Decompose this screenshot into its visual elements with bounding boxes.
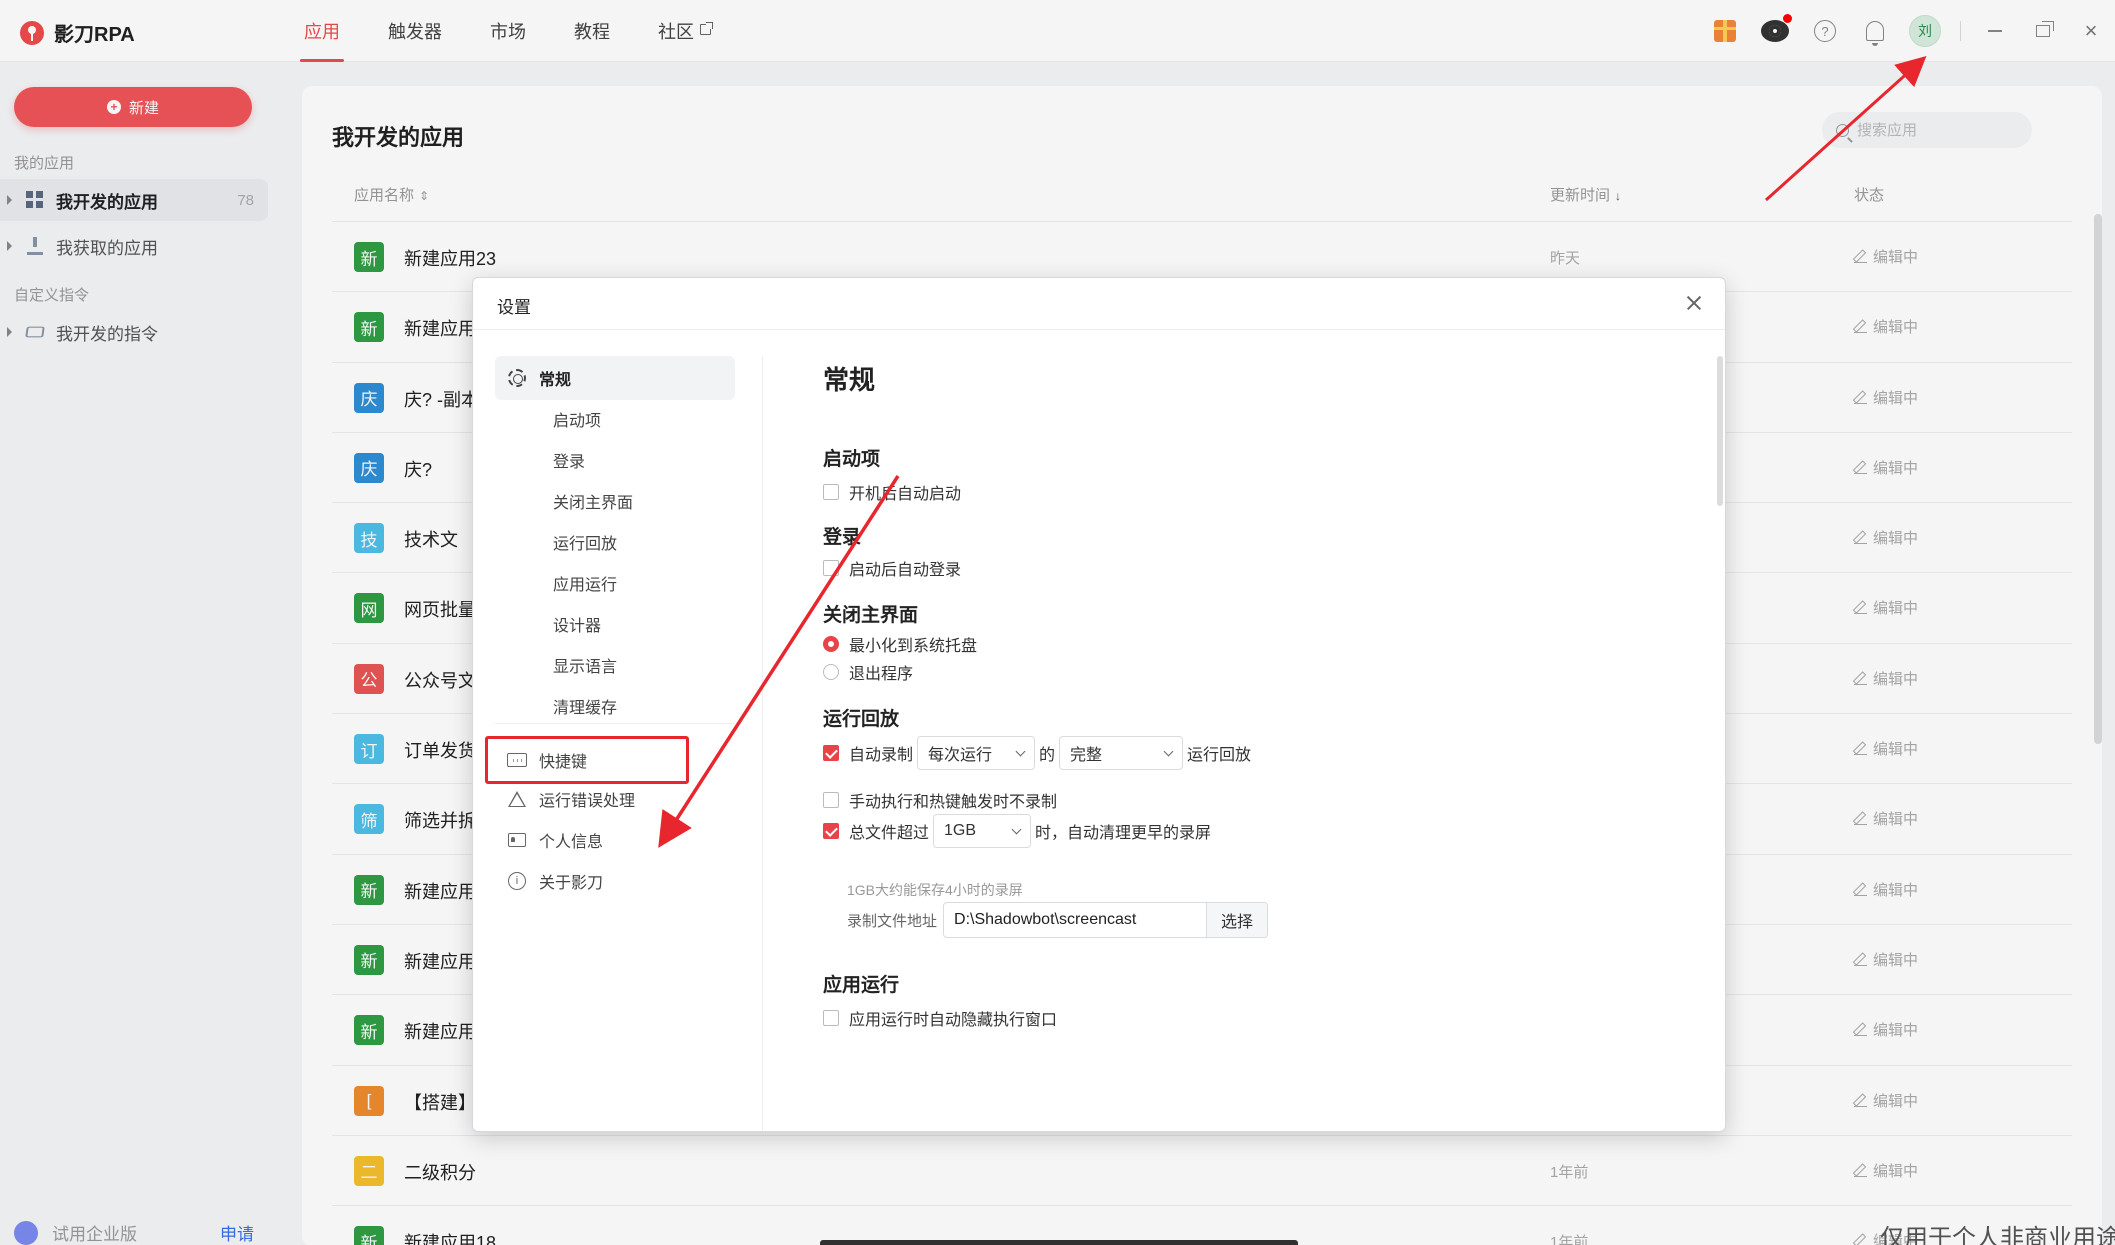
warning-icon bbox=[508, 791, 526, 807]
nav-label: 登录 bbox=[553, 454, 586, 471]
record-path-value[interactable]: D:\Shadowbot\screencast bbox=[944, 911, 1206, 929]
option-label: 总文件超过 bbox=[849, 825, 930, 842]
option-label: 录制文件地址 bbox=[847, 912, 938, 930]
chevron-down-icon bbox=[1015, 746, 1026, 756]
auto-record-row: 自动录制 每次运行 的 完整 运行回放 bbox=[823, 736, 1251, 770]
settings-nav-item[interactable]: 运行回放 bbox=[495, 520, 735, 564]
manual-no-record-option[interactable]: 手动执行和热键触发时不录制 bbox=[823, 788, 1057, 812]
nav-icon-wrap: i bbox=[495, 872, 539, 890]
option-label: 时，自动清理更早的录屏 bbox=[1035, 825, 1212, 842]
select-value: 1GB bbox=[944, 822, 977, 839]
nav-label: 启动项 bbox=[553, 413, 602, 430]
option-label: 启动后自动登录 bbox=[849, 562, 962, 579]
close-dialog-button[interactable] bbox=[1681, 290, 1707, 316]
auto-login-option[interactable]: 启动后自动登录 bbox=[823, 556, 961, 580]
settings-content: 常规 启动项 开机后自动启动 登录 启动后自动登录 关闭主界面 最小化到系统托盘… bbox=[823, 330, 1683, 1131]
nav-icon-wrap bbox=[495, 791, 539, 807]
manual-no-record-checkbox[interactable] bbox=[823, 792, 839, 808]
auto-start-option[interactable]: 开机后自动启动 bbox=[823, 480, 961, 504]
nav-label: 关闭主界面 bbox=[553, 495, 634, 512]
nav-icon-wrap bbox=[495, 753, 539, 767]
keyboard-icon bbox=[507, 753, 527, 767]
settings-nav-item[interactable]: 清理缓存 bbox=[495, 684, 735, 728]
settings-nav-item[interactable]: 显示语言 bbox=[495, 643, 735, 687]
login-title: 登录 bbox=[823, 527, 862, 548]
chevron-down-icon bbox=[1163, 746, 1174, 756]
app-run-title: 应用运行 bbox=[823, 975, 900, 996]
size-hint: 1GB大约能保存4小时的录屏 bbox=[847, 882, 1023, 898]
nav-label: 应用运行 bbox=[553, 577, 618, 594]
startup-title: 启动项 bbox=[823, 449, 881, 470]
nav-label: 常规 bbox=[539, 372, 572, 389]
select-value: 完整 bbox=[1070, 747, 1103, 764]
nav-label: 关于影刀 bbox=[539, 875, 604, 892]
minimize-to-tray-radio[interactable] bbox=[823, 636, 839, 652]
option-label: 手动执行和热键触发时不录制 bbox=[849, 794, 1058, 811]
option-label: 自动录制 bbox=[849, 747, 914, 764]
hide-window-option[interactable]: 应用运行时自动隐藏执行窗口 bbox=[823, 1006, 1057, 1030]
auto-record-checkbox[interactable] bbox=[823, 745, 839, 761]
option-label: 的 bbox=[1039, 747, 1056, 764]
minimize-to-tray-option[interactable]: 最小化到系统托盘 bbox=[823, 632, 977, 656]
section-heading: 常规 bbox=[823, 365, 876, 395]
replay-title: 运行回放 bbox=[823, 709, 900, 730]
option-label: 应用运行时自动隐藏执行窗口 bbox=[849, 1012, 1058, 1029]
nav-icon-wrap bbox=[495, 369, 539, 387]
nav-separator bbox=[762, 356, 763, 1131]
auto-start-checkbox[interactable] bbox=[823, 484, 839, 500]
nav-label: 运行错误处理 bbox=[539, 793, 636, 810]
record-path-field[interactable]: D:\Shadowbot\screencast 选择 bbox=[943, 902, 1269, 938]
auto-login-checkbox[interactable] bbox=[823, 560, 839, 576]
option-label: 开机后自动启动 bbox=[849, 486, 962, 503]
settings-nav-item[interactable]: 个人信息 bbox=[495, 818, 735, 862]
settings-nav-item[interactable]: 运行错误处理 bbox=[495, 777, 735, 821]
nav-label: 清理缓存 bbox=[553, 700, 618, 717]
nav-label: 运行回放 bbox=[553, 536, 618, 553]
settings-nav-item[interactable]: 应用运行 bbox=[495, 561, 735, 605]
record-frequency-select[interactable]: 每次运行 bbox=[917, 736, 1036, 770]
option-label: 最小化到系统托盘 bbox=[849, 638, 978, 655]
nav-label: 设计器 bbox=[553, 618, 602, 635]
info-icon: i bbox=[508, 872, 526, 890]
dialog-title: 设置 bbox=[497, 298, 531, 317]
settings-nav-item[interactable]: 关闭主界面 bbox=[495, 479, 735, 523]
settings-nav-item[interactable]: 设计器 bbox=[495, 602, 735, 646]
select-value: 每次运行 bbox=[928, 747, 993, 764]
nav-label: 快捷键 bbox=[539, 754, 588, 771]
settings-nav-item[interactable]: 启动项 bbox=[495, 397, 735, 441]
option-label: 退出程序 bbox=[849, 666, 914, 683]
nav-label: 显示语言 bbox=[553, 659, 618, 676]
record-path-row: 录制文件地址 D:\Shadowbot\screencast 选择 bbox=[847, 902, 1269, 938]
size-limit-select[interactable]: 1GB bbox=[933, 814, 1032, 848]
chevron-down-icon bbox=[1011, 824, 1022, 834]
settings-nav-item[interactable]: 快捷键 bbox=[485, 736, 689, 784]
exit-program-radio[interactable] bbox=[823, 664, 839, 680]
settings-nav-item[interactable]: 登录 bbox=[495, 438, 735, 482]
size-limit-checkbox[interactable] bbox=[823, 823, 839, 839]
settings-nav-item[interactable]: i 关于影刀 bbox=[495, 859, 735, 903]
settings-nav-item[interactable]: 常规 bbox=[495, 356, 735, 400]
nav-label: 个人信息 bbox=[539, 834, 604, 851]
nav-icon-wrap bbox=[495, 833, 539, 847]
id-card-icon bbox=[508, 833, 526, 847]
record-quality-select[interactable]: 完整 bbox=[1059, 736, 1184, 770]
content-scrollbar[interactable] bbox=[1717, 356, 1723, 506]
hide-window-checkbox[interactable] bbox=[823, 1010, 839, 1026]
settings-dialog: 设置 常规 启动项 登录 关闭主界面 运行回放 应用运行 设计器 显示语言 清理缓存 快捷键 运行错… bbox=[472, 277, 1726, 1132]
dialog-header: 设置 bbox=[473, 278, 1725, 330]
exit-program-option[interactable]: 退出程序 bbox=[823, 660, 913, 684]
gear-icon bbox=[508, 369, 526, 387]
close-main-title: 关闭主界面 bbox=[823, 605, 919, 626]
size-limit-row: 总文件超过 1GB 时，自动清理更早的录屏 bbox=[823, 814, 1211, 848]
option-label: 运行回放 bbox=[1187, 747, 1252, 764]
choose-path-button[interactable]: 选择 bbox=[1206, 903, 1268, 937]
